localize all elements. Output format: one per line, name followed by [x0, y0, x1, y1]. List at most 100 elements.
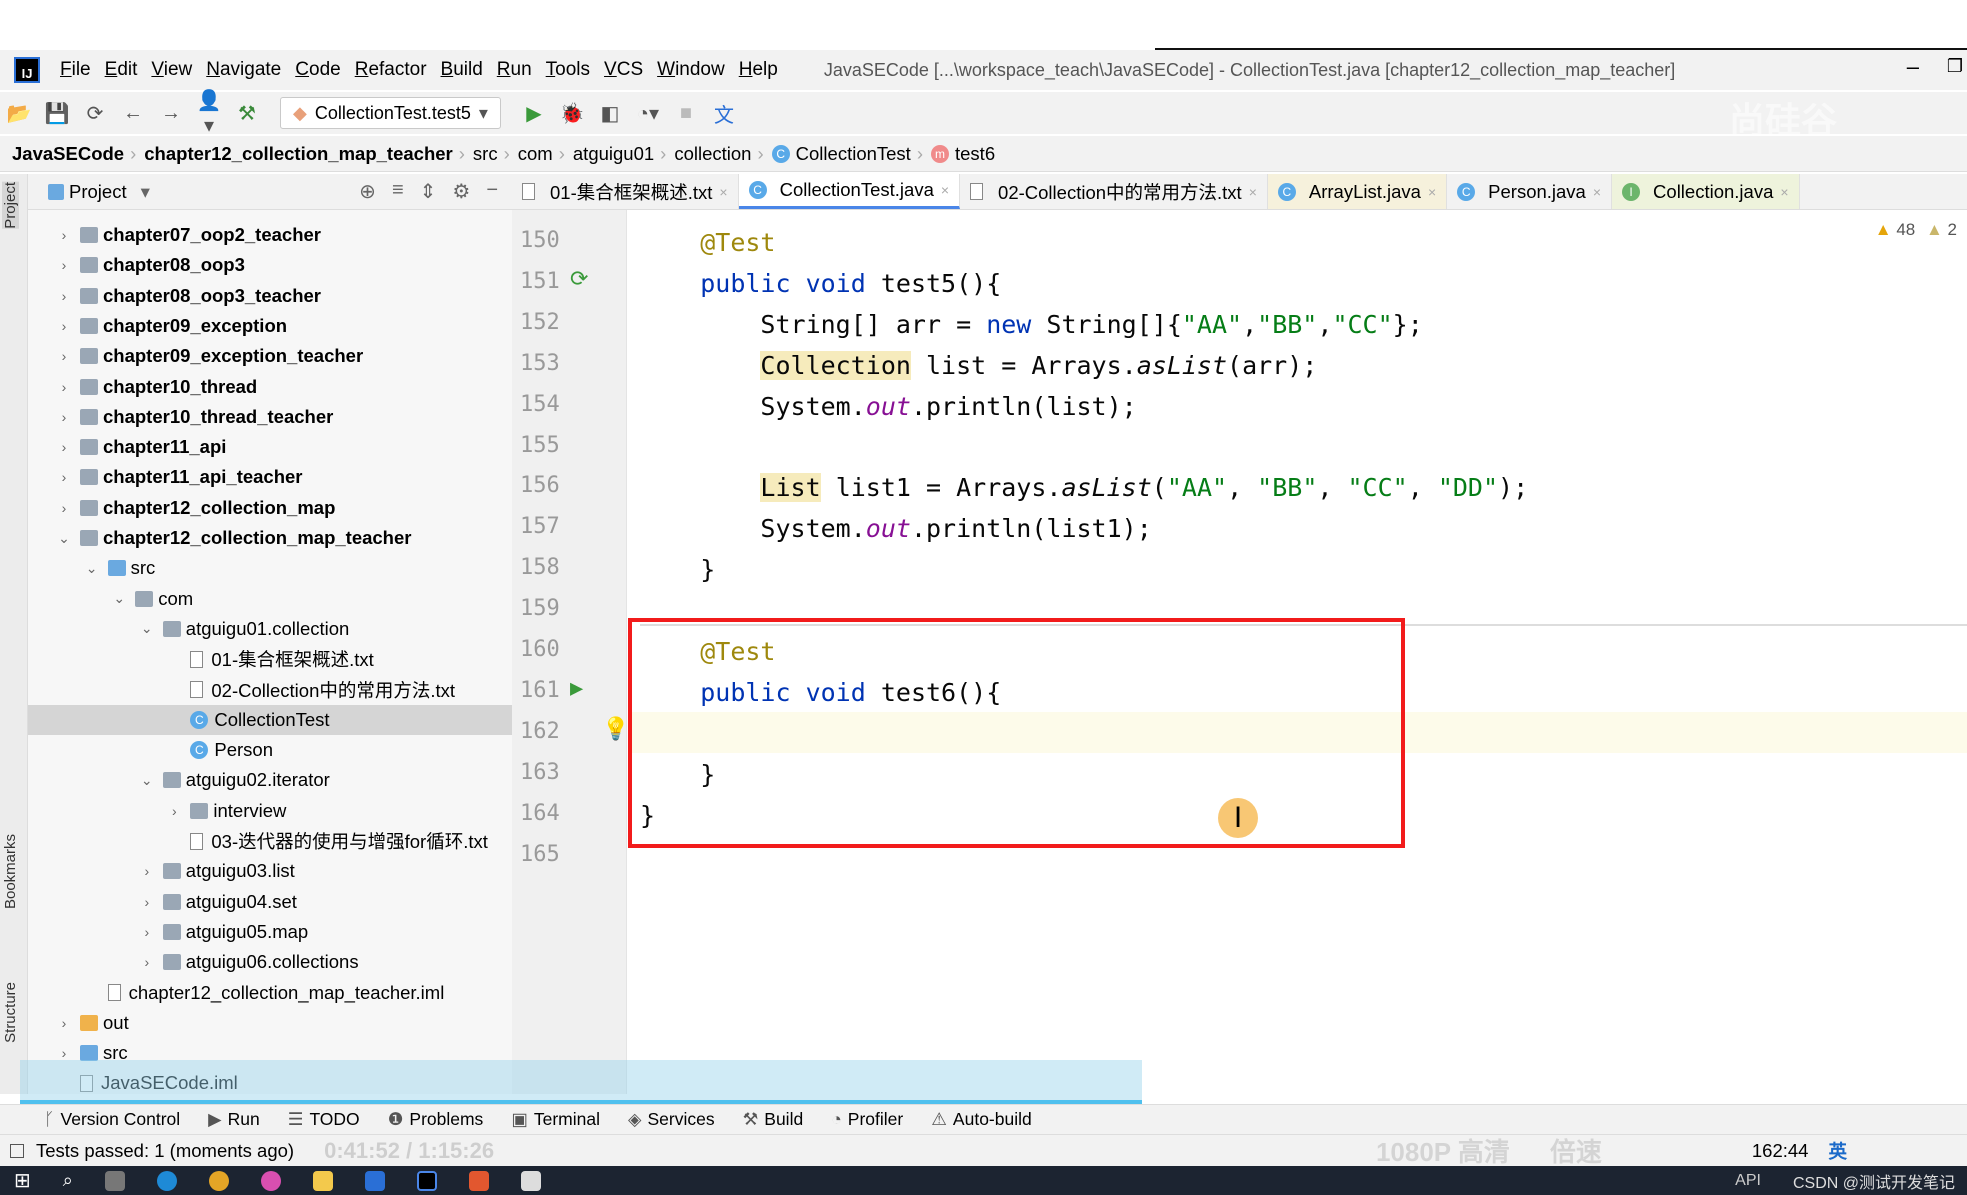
user-icon[interactable]: 👤▾: [195, 88, 223, 138]
tool-todo[interactable]: ☰ TODO: [288, 1109, 360, 1130]
bookmarks-tool-tab[interactable]: Bookmarks: [2, 834, 19, 909]
menu-build[interactable]: Build: [441, 59, 483, 81]
save-icon[interactable]: 💾: [43, 101, 71, 126]
tree-item[interactable]: ⌄ atguigu01.collection: [28, 614, 512, 644]
open-folder-icon[interactable]: 📂: [5, 101, 33, 126]
editor-tab[interactable]: 01-集合框架概述.txt ×: [512, 174, 739, 209]
tool-terminal[interactable]: ▣ Terminal: [511, 1109, 600, 1130]
close-tab-icon[interactable]: ×: [1428, 184, 1436, 200]
chevron-right-icon[interactable]: ›: [56, 1015, 72, 1031]
close-tab-icon[interactable]: ×: [719, 184, 727, 200]
close-tab-icon[interactable]: ×: [1780, 184, 1788, 200]
tree-item[interactable]: › atguigu05.map: [28, 917, 512, 947]
breadcrumb-item[interactable]: CollectionTest: [796, 143, 911, 165]
file-explorer-icon[interactable]: [312, 1170, 333, 1191]
tool-version-control[interactable]: ᚴ Version Control: [44, 1109, 180, 1130]
tree-item[interactable]: › atguigu04.set: [28, 887, 512, 917]
chevron-right-icon[interactable]: ›: [56, 318, 72, 334]
chevron-right-icon[interactable]: ›: [56, 379, 72, 395]
minimize-button[interactable]: –: [1907, 54, 1919, 80]
chevron-right-icon[interactable]: ›: [56, 348, 72, 364]
close-tab-icon[interactable]: ×: [1249, 184, 1257, 200]
tree-item[interactable]: › chapter10_thread_teacher: [28, 402, 512, 432]
app-p-icon[interactable]: [364, 1170, 385, 1191]
tree-item[interactable]: C Person: [28, 735, 512, 765]
menu-code[interactable]: Code: [295, 59, 340, 81]
tree-item[interactable]: › out: [28, 1008, 512, 1038]
chevron-right-icon[interactable]: ›: [166, 803, 182, 819]
chevron-down-icon[interactable]: ⌄: [139, 772, 155, 789]
tool-auto-build[interactable]: ⚠ Auto-build: [931, 1109, 1032, 1130]
run-icon[interactable]: ▶: [520, 101, 548, 126]
menu-edit[interactable]: Edit: [105, 59, 138, 81]
chevron-right-icon[interactable]: ›: [56, 500, 72, 516]
forward-icon[interactable]: →: [157, 102, 185, 125]
tree-item[interactable]: ⌄ src: [28, 553, 512, 583]
tool-problems[interactable]: ❶ Problems: [388, 1109, 484, 1130]
run-configuration-select[interactable]: ◆ CollectionTest.test5 ▾: [280, 97, 501, 129]
chrome-icon[interactable]: [208, 1170, 229, 1191]
tree-item[interactable]: ⌄ com: [28, 584, 512, 614]
search-icon[interactable]: ⌕: [63, 1170, 73, 1191]
edge-icon[interactable]: [156, 1170, 177, 1191]
video-speed[interactable]: 倍速: [1550, 1132, 1602, 1169]
chevron-right-icon[interactable]: ›: [139, 954, 155, 970]
sync-icon[interactable]: ⟳: [81, 101, 109, 126]
chevron-down-icon[interactable]: ⌄: [111, 590, 127, 607]
tree-item[interactable]: › chapter08_oop3: [28, 250, 512, 280]
tree-item[interactable]: C CollectionTest: [28, 704, 512, 735]
chevron-down-icon[interactable]: ⌄: [84, 560, 100, 577]
editor-tab[interactable]: 02-Collection中的常用方法.txt ×: [960, 174, 1268, 209]
chevron-right-icon[interactable]: ›: [139, 924, 155, 940]
stop-icon[interactable]: ■: [672, 102, 700, 125]
menu-file[interactable]: File: [60, 59, 91, 81]
chevron-right-icon[interactable]: ›: [56, 469, 72, 485]
gear-icon[interactable]: ⚙: [452, 179, 470, 204]
breadcrumb-item[interactable]: collection: [674, 143, 751, 165]
menu-view[interactable]: View: [151, 59, 192, 81]
rerun-icon[interactable]: ⟳: [570, 267, 620, 292]
browser-icon[interactable]: [260, 1170, 281, 1191]
breadcrumb-item[interactable]: src: [473, 143, 498, 165]
tree-item[interactable]: › chapter12_collection_map: [28, 493, 512, 523]
tree-item[interactable]: › chapter07_oop2_teacher: [28, 220, 512, 250]
video-quality[interactable]: 1080P 高清: [1376, 1132, 1510, 1169]
tree-item[interactable]: › chapter11_api: [28, 432, 512, 462]
maximize-button[interactable]: ❐: [1947, 56, 1963, 77]
structure-tool-tab[interactable]: Structure: [2, 982, 19, 1043]
profile-icon[interactable]: ◔▾: [634, 101, 662, 126]
intellij-taskbar-icon[interactable]: [416, 1170, 437, 1191]
chevron-right-icon[interactable]: ›: [56, 1045, 72, 1061]
tree-item[interactable]: › interview: [28, 796, 512, 826]
tree-item[interactable]: › chapter11_api_teacher: [28, 462, 512, 492]
close-tab-icon[interactable]: ×: [1593, 184, 1601, 200]
menu-help[interactable]: Help: [739, 59, 778, 81]
tree-item[interactable]: › chapter08_oop3_teacher: [28, 281, 512, 311]
tree-item[interactable]: › atguigu06.collections: [28, 947, 512, 977]
menu-refactor[interactable]: Refactor: [355, 59, 427, 81]
menu-run[interactable]: Run: [497, 59, 532, 81]
tree-item[interactable]: › chapter09_exception_teacher: [28, 341, 512, 371]
tree-item[interactable]: › chapter10_thread: [28, 372, 512, 402]
tree-item[interactable]: › atguigu03.list: [28, 856, 512, 886]
tool-build[interactable]: ⚒ Build: [743, 1109, 804, 1130]
breadcrumb-item[interactable]: atguigu01: [573, 143, 654, 165]
tree-item[interactable]: chapter12_collection_map_teacher.iml: [28, 978, 512, 1008]
chevron-right-icon[interactable]: ›: [56, 257, 72, 273]
translate-icon[interactable]: 文: [710, 99, 738, 128]
run-icon[interactable]: ▶: [570, 676, 620, 701]
editor-tab[interactable]: I Collection.java ×: [1612, 174, 1800, 209]
breadcrumb-item[interactable]: com: [518, 143, 553, 165]
menu-navigate[interactable]: Navigate: [206, 59, 281, 81]
menu-window[interactable]: Window: [657, 59, 725, 81]
back-icon[interactable]: ←: [119, 102, 147, 125]
project-view-title[interactable]: Project: [69, 181, 127, 203]
chevron-down-icon[interactable]: ⌄: [139, 620, 155, 637]
coverage-icon[interactable]: ◧: [596, 101, 624, 126]
chevron-right-icon[interactable]: ›: [139, 863, 155, 879]
chevron-right-icon[interactable]: ›: [56, 288, 72, 304]
chevron-right-icon[interactable]: ›: [56, 227, 72, 243]
caret-position[interactable]: 162:44: [1752, 1140, 1809, 1162]
chevron-down-icon[interactable]: ⌄: [56, 530, 72, 547]
editor-tab[interactable]: C CollectionTest.java ×: [738, 174, 961, 209]
